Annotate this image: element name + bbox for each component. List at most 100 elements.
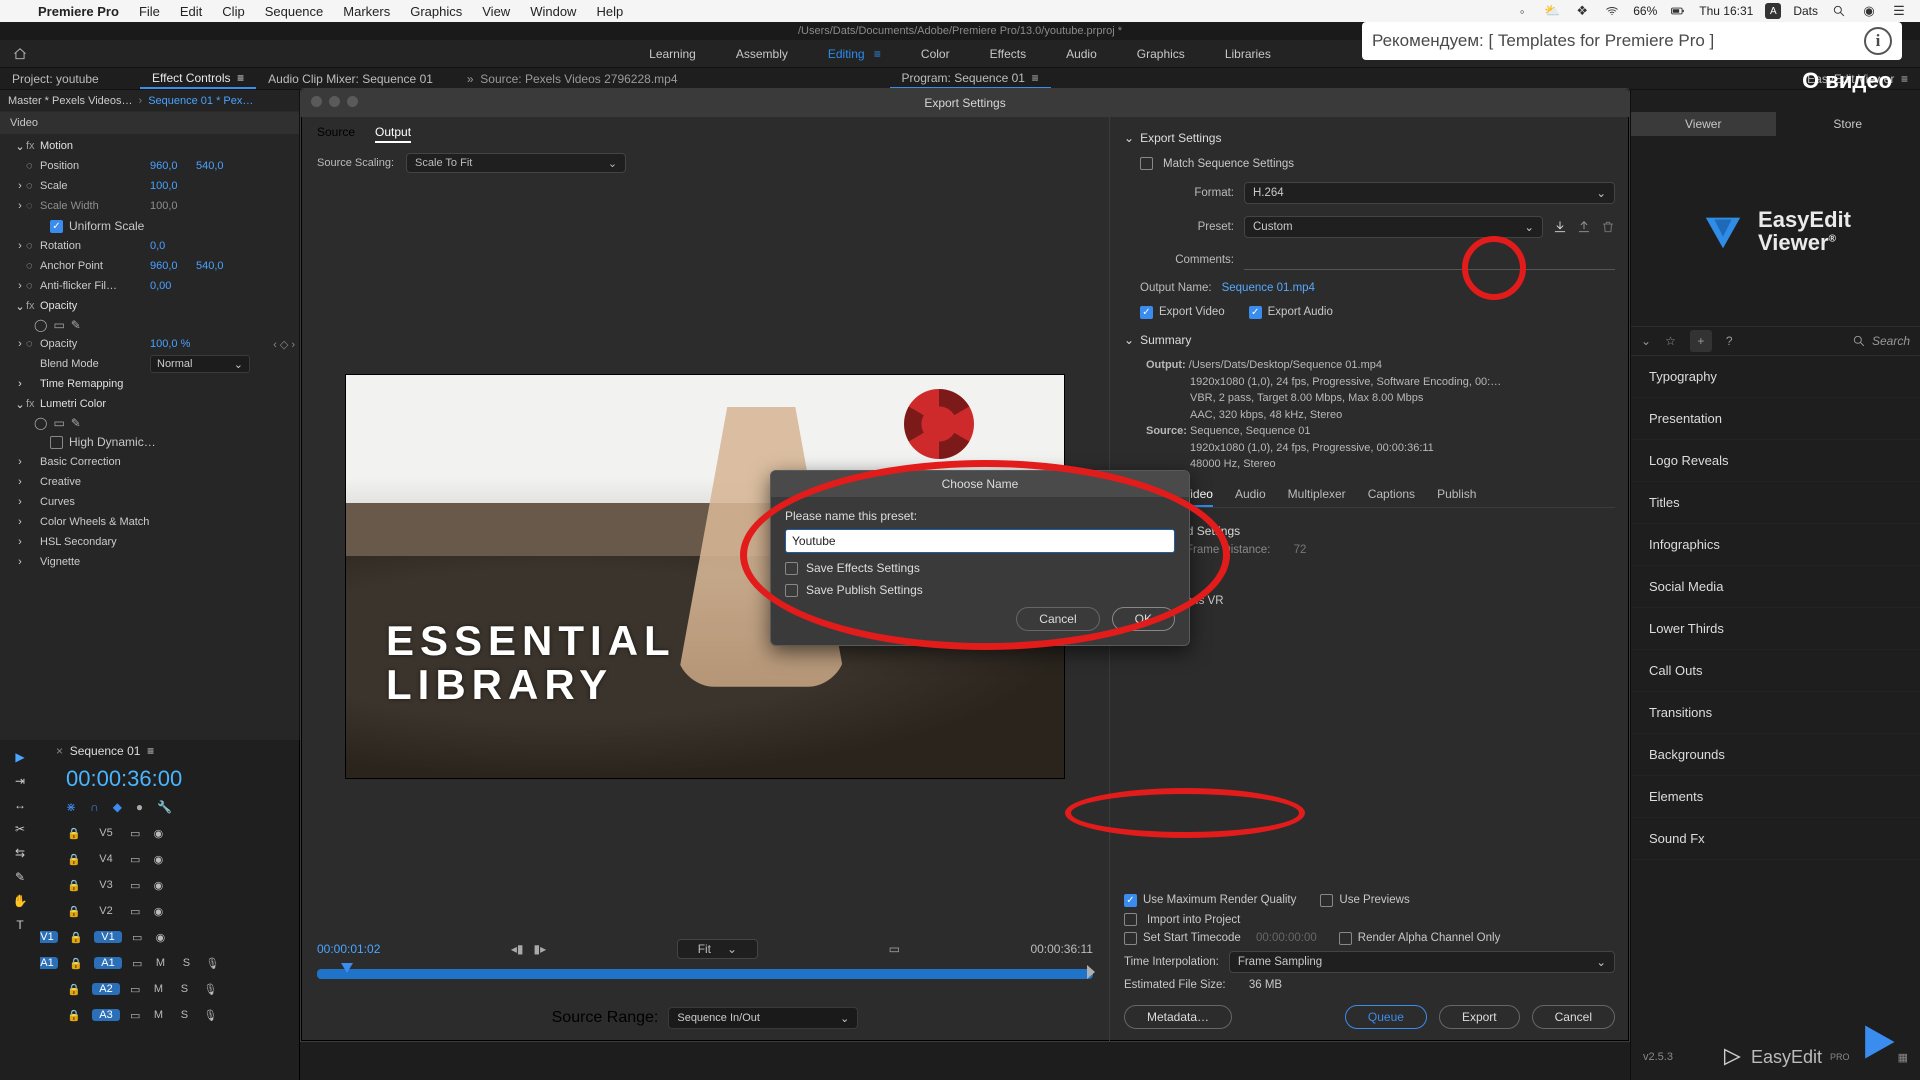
track-a1[interactable]: A1 [94,957,122,969]
lock-icon[interactable]: 🔒 [66,827,82,840]
ws-learning[interactable]: Learning [649,47,696,61]
import-project-check[interactable] [1124,913,1137,926]
lumetri-basic[interactable]: Basic Correction [40,456,121,468]
tab-project[interactable]: Project: youtube [0,68,140,89]
about-video-label[interactable]: О видео [1802,68,1892,94]
wifi-icon[interactable] [1603,2,1621,20]
ws-color[interactable]: Color [921,47,950,61]
cat-transitions[interactable]: Transitions [1631,692,1920,734]
cat-elements[interactable]: Elements [1631,776,1920,818]
render-alpha-check[interactable] [1339,932,1352,945]
tab-source-monitor[interactable]: » Source: Pexels Videos 2796228.mp4 [455,68,690,89]
home-button[interactable] [0,40,40,67]
cat-social-media[interactable]: Social Media [1631,566,1920,608]
lock-icon[interactable]: 🔒 [66,879,82,892]
ripple-tool[interactable]: ↔ [14,798,26,812]
track-select-tool[interactable]: ⇥ [15,774,25,788]
output-name-link[interactable]: Sequence 01.mp4 [1222,282,1315,294]
username[interactable]: Dats [1793,4,1818,18]
ec-position-x[interactable]: 960,0 [150,160,196,172]
cat-sound-fx[interactable]: Sound Fx [1631,818,1920,860]
ec-scale[interactable]: 100,0 [150,180,196,192]
lock-icon[interactable]: 🔒 [66,983,82,996]
eye-icon[interactable]: ◉ [150,827,166,840]
voiceover-icon[interactable]: 🎙 [202,1009,218,1022]
ws-audio[interactable]: Audio [1066,47,1097,61]
mask-ellipse-icon[interactable]: ◯ [34,416,47,430]
lock-icon[interactable]: 🔒 [66,853,82,866]
cat-typography[interactable]: Typography [1631,356,1920,398]
star-icon[interactable]: ☆ [1665,334,1676,348]
track-a3[interactable]: A3 [92,1009,120,1021]
export-audio-check[interactable]: ✓ [1249,306,1262,319]
sync-icon[interactable]: ▭ [130,853,140,866]
step-back-icon[interactable]: ◂▮ [511,942,524,956]
siri-icon[interactable]: ◉ [1860,2,1878,20]
mask-ellipse-icon[interactable]: ◯ [34,318,47,332]
ec-anchor-y[interactable]: 540,0 [196,260,242,272]
set-start-tc-check[interactable] [1124,932,1137,945]
cat-infographics[interactable]: Infographics [1631,524,1920,566]
wrench-icon[interactable]: 🔧 [157,800,172,814]
delete-preset-icon[interactable] [1601,220,1615,234]
sync-icon[interactable]: ▭ [130,1009,140,1022]
voiceover-icon[interactable]: 🎙 [202,983,218,996]
recommend-overlay[interactable]: Рекомендуем: [ Templates for Premiere Pr… [1362,22,1902,60]
settings-icon[interactable]: ● [136,800,143,814]
seq-tab[interactable]: Sequence 01 [70,744,141,758]
tab-program-monitor[interactable]: Program: Sequence 01 ≡ [890,68,1051,89]
cat-call-outs[interactable]: Call Outs [1631,650,1920,692]
track-v3[interactable]: V3 [92,879,120,891]
format-select[interactable]: H.264⌄ [1244,182,1615,204]
track-v5[interactable]: V5 [92,827,120,839]
export-dialog-titlebar[interactable]: Export Settings [301,89,1629,117]
mask-rect-icon[interactable]: ▭ [53,416,64,430]
ec-opacity-val[interactable]: 100,0 % [150,338,210,350]
sync-icon[interactable]: ▭ [130,983,140,996]
easyedit-tab-store[interactable]: Store [1776,112,1920,136]
menu-graphics[interactable]: Graphics [400,4,472,19]
cat-presentation[interactable]: Presentation [1631,398,1920,440]
lumetri-vignette[interactable]: Vignette [40,556,80,568]
ws-graphics[interactable]: Graphics [1137,47,1185,61]
solo-button[interactable]: S [178,957,194,969]
solo-button[interactable]: S [176,1009,192,1021]
eye-icon[interactable]: ◉ [150,879,166,892]
exp-tab-publish[interactable]: Publish [1437,483,1476,507]
menu-help[interactable]: Help [586,4,633,19]
lumetri-wheels[interactable]: Color Wheels & Match [40,516,149,528]
choose-cancel-button[interactable]: Cancel [1016,607,1099,631]
mask-pen-icon[interactable]: ✎ [71,416,81,430]
comments-input[interactable] [1244,250,1615,270]
lock-icon[interactable]: 🔒 [66,1009,82,1022]
mute-button[interactable]: M [150,1009,166,1021]
ws-menu-icon[interactable]: ≡ [871,47,881,61]
type-tool[interactable]: T [16,918,23,932]
user-badge[interactable]: A [1765,3,1781,19]
clock[interactable]: Thu 16:31 [1699,4,1753,18]
lumetri-hsl[interactable]: HSL Secondary [40,536,117,548]
chevron-down-icon[interactable]: ⌄ [1124,333,1134,347]
search-field[interactable]: Search [1852,334,1910,348]
export-tab-output[interactable]: Output [375,125,411,143]
pen-tool[interactable]: ✎ [15,870,25,884]
save-effects-check[interactable] [785,562,798,575]
ec-motion[interactable]: Motion [40,140,73,152]
ws-editing[interactable]: Editing ≡ [828,47,881,61]
snap-icon[interactable]: ⋇ [66,800,76,814]
eye-icon[interactable]: ◉ [150,905,166,918]
voiceover-icon[interactable]: 🎙 [204,957,220,970]
selection-tool[interactable]: ▶ [15,750,24,764]
ec-antiflicker[interactable]: 0,00 [150,280,196,292]
menu-edit[interactable]: Edit [170,4,212,19]
lumetri-creative[interactable]: Creative [40,476,81,488]
notification-center-icon[interactable]: ☰ [1890,2,1908,20]
lock-icon[interactable]: 🔒 [68,931,84,944]
slip-tool[interactable]: ⇆ [15,846,25,860]
fav-dropdown-icon[interactable]: ⌄ [1641,334,1651,348]
menu-clip[interactable]: Clip [212,4,254,19]
aspect-icon[interactable]: ▭ [889,942,900,956]
mask-pen-icon[interactable]: ✎ [71,318,81,332]
timeline-cti[interactable]: 00:00:36:00 [0,762,299,796]
sync-icon[interactable]: ▭ [130,827,140,840]
